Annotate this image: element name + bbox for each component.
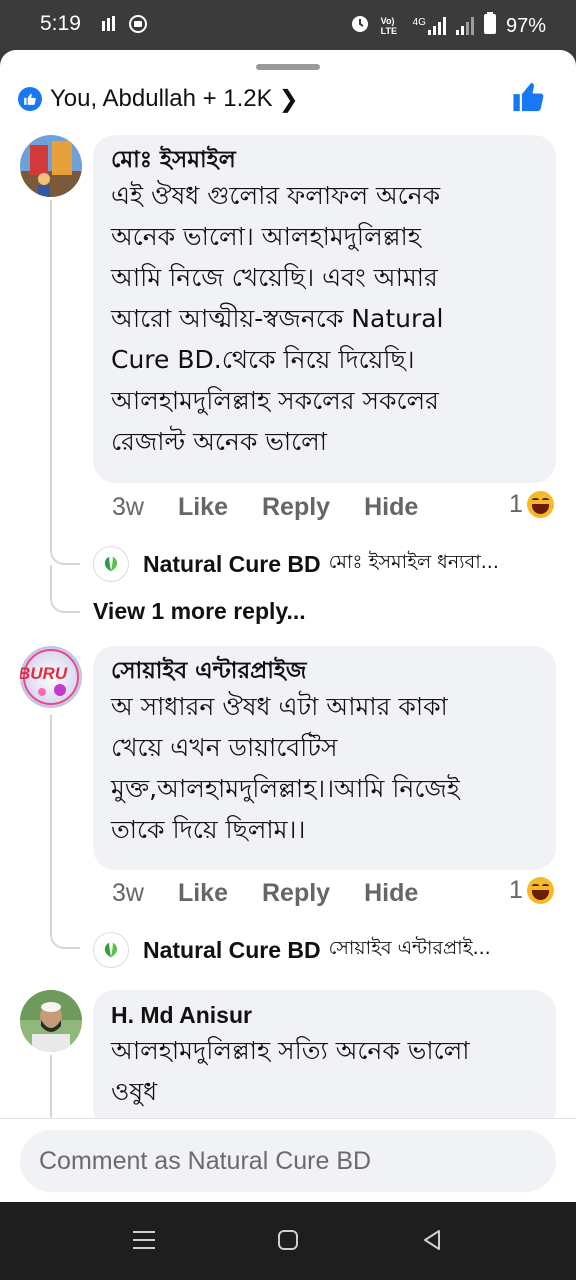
view-more-replies-link[interactable]: View 1 more reply... [93,598,306,625]
reply-connector [50,565,80,613]
system-nav-bar [0,1202,576,1280]
recent-apps-icon[interactable] [133,1229,155,1256]
like-button[interactable] [512,80,546,119]
reply-action-button[interactable]: Reply [262,493,330,522]
cell-signal-icon: 4G [413,17,446,35]
battery-percent: 97% [505,14,546,37]
comment-reaction-count[interactable]: 1 [509,876,554,905]
comment-text: আলহামদুলিল্লাহ সত্যি অনেক ভালো ওষুধ [111,1036,470,1106]
reply-snippet: সোয়াইব এন্টারপ্রাই... [328,937,491,959]
chevron-right-icon: ❯ [278,85,299,113]
avatar[interactable] [20,135,82,197]
comment-author[interactable]: মোঃ ইসমাইল [111,145,538,175]
hide-action-button[interactable]: Hide [364,879,418,908]
like-reaction-icon [18,87,42,111]
cell-signal-2-icon [455,17,474,35]
status-time: 5:19 [40,12,81,35]
comment-bubble[interactable]: মোঃ ইসমাইল এই ঔষধ গুলোর ফলাফল অনেক অনেক … [93,135,556,483]
comment-input[interactable] [39,1146,556,1176]
comment-author[interactable]: H. Md Anisur [111,1000,538,1030]
comment-time[interactable]: 3w [112,493,144,522]
screen-record-icon [128,14,148,39]
alarm-icon [349,12,371,40]
like-action-button[interactable]: Like [178,879,228,908]
haha-reaction-icon [526,491,554,518]
reactions-summary[interactable]: You, Abdullah + 1.2K ❯ [18,82,558,114]
reply-preview[interactable]: Natural Cure BD মোঃ ইসমাইল ধন্যবা... [93,546,556,582]
comment-actions: 3w Like Reply Hide [112,493,452,522]
comment-text: এই ঔষধ গুলোর ফলাফল অনেক অনেক ভালো। আলহাম… [111,181,444,456]
comment-bubble[interactable]: সোয়াইব এন্টারপ্রাইজ অ সাধারন ঔষধ এটা আম… [93,646,556,870]
comment-reaction-count[interactable]: 1 [509,490,554,519]
status-bar: 5:19 Vo) LTE 4G 97% [0,0,576,50]
sheet-drag-handle[interactable] [256,64,320,70]
thread-line [50,715,52,895]
thread-line [50,200,52,510]
reply-preview[interactable]: Natural Cure BD সোয়াইব এন্টারপ্রাই... [93,932,556,968]
comment-author[interactable]: সোয়াইব এন্টারপ্রাইজ [111,656,538,686]
comment-composer-bar [0,1118,576,1202]
page-avatar-leaf-icon [93,546,129,582]
reply-connector [50,895,80,949]
avatar[interactable]: BURU [20,646,82,708]
network-4g-label: 4G [412,17,426,28]
comment-text: অ সাধারন ঔষধ এটা আমার কাকা খেয়ে এখন ডায… [111,692,460,844]
comment-composer[interactable] [20,1130,556,1192]
haha-reaction-icon [526,877,554,904]
reply-author: Natural Cure BD [143,550,321,577]
battery-icon [483,12,496,40]
home-icon[interactable] [277,1229,299,1256]
avatar[interactable] [20,990,82,1052]
reply-author: Natural Cure BD [143,936,321,963]
comment-time[interactable]: 3w [112,879,144,908]
avatar-badge-text: BURU [20,664,68,683]
volte-icon: Vo) LTE [380,16,397,36]
reply-action-button[interactable]: Reply [262,879,330,908]
comment-actions: 3w Like Reply Hide [112,879,452,908]
reply-snippet: মোঃ ইসমাইল ধন্যবা... [328,551,499,573]
comments-sheet: You, Abdullah + 1.2K ❯ মোঃ ইসমাইল এই ঔষধ… [0,50,576,1202]
reactions-summary-text: You, Abdullah + 1.2K [50,85,273,112]
like-action-button[interactable]: Like [178,493,228,522]
hide-action-button[interactable]: Hide [364,493,418,522]
page-avatar-leaf-icon [93,932,129,968]
back-icon[interactable] [421,1229,443,1256]
reply-connector [50,510,80,565]
comment-bubble[interactable]: H. Md Anisur আলহামদুলিল্লাহ সত্যি অনেক ভ… [93,990,556,1130]
thread-line [50,1055,52,1118]
signal-activity-icon [102,16,118,37]
